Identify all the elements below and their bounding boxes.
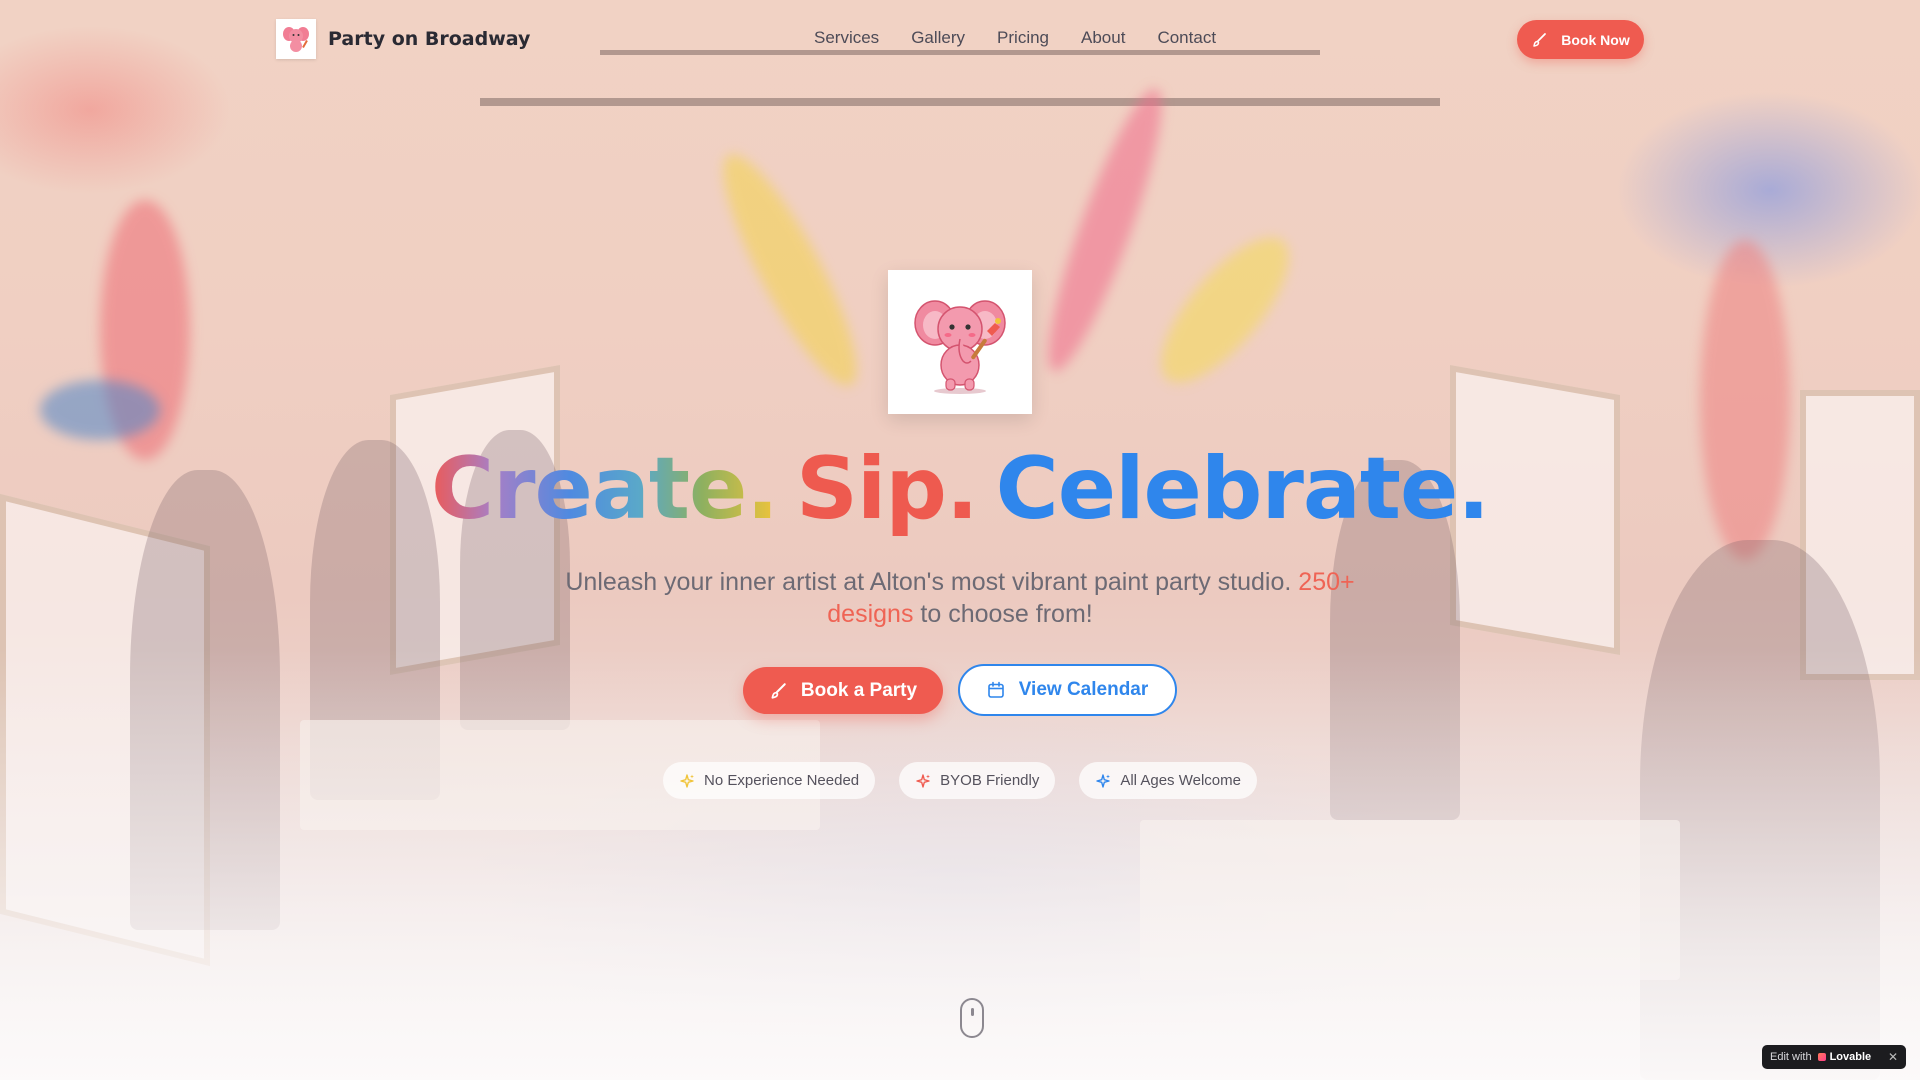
pink-elephant-painter-icon [914, 300, 1006, 394]
brand-name: Party on Broadway [328, 28, 531, 50]
sparkles-icon [1096, 773, 1111, 788]
book-a-party-label: Book a Party [800, 679, 918, 701]
book-now-button[interactable]: Book Now [1517, 20, 1644, 59]
hero-elephant-logo [888, 270, 1032, 414]
badge-label: No Experience Needed [704, 772, 860, 789]
close-icon[interactable]: ✕ [1888, 1050, 1898, 1064]
nav-item-gallery[interactable]: Gallery [911, 28, 965, 48]
badge-no-experience: No Experience Needed [663, 762, 876, 799]
badge-label: All Ages Welcome [1120, 772, 1241, 789]
nav-item-pricing[interactable]: Pricing [997, 28, 1049, 48]
sparkles-icon [916, 773, 931, 788]
scroll-down-indicator[interactable] [960, 998, 984, 1038]
lovable-heart-icon [1817, 1053, 1826, 1061]
brand[interactable]: Party on Broadway [276, 19, 530, 59]
main-nav: Services Gallery Pricing About Contact [814, 28, 1248, 48]
subtitle-tail: to choose from! [920, 600, 1093, 628]
calendar-icon [987, 681, 1004, 698]
book-a-party-button[interactable]: Book a Party [743, 667, 943, 714]
subtitle-lead: Unleash your inner artist at Alton's mos… [565, 568, 1292, 596]
view-calendar-label: View Calendar [1018, 679, 1149, 700]
sparkles-icon [680, 773, 695, 788]
scroll-wheel-dot [971, 1008, 974, 1016]
paintbrush-icon [1533, 32, 1547, 47]
hero-background-photo [0, 0, 1920, 1080]
lovable-prefix: Edit with [1770, 1051, 1812, 1063]
paintbrush-icon [771, 682, 786, 699]
badge-all-ages: All Ages Welcome [1079, 762, 1257, 799]
lovable-brand: Lovable [1829, 1051, 1872, 1063]
headline-sip: Sip. [795, 439, 979, 539]
book-now-label: Book Now [1561, 31, 1630, 48]
view-calendar-button[interactable]: View Calendar [958, 664, 1177, 716]
headline-create: Create. [430, 439, 779, 539]
badge-byob: BYOB Friendly [899, 762, 1056, 799]
nav-item-contact[interactable]: Contact [1157, 28, 1216, 48]
nav-item-services[interactable]: Services [814, 28, 879, 48]
hero-headline: Create. Sip. Celebrate. [0, 446, 1920, 532]
headline-celebrate: Celebrate. [995, 439, 1490, 539]
badge-label: BYOB Friendly [940, 772, 1040, 789]
pink-elephant-painter-icon [276, 19, 316, 59]
edit-with-lovable-widget[interactable]: Edit with Lovable ✕ [1762, 1045, 1906, 1069]
site-header: Party on Broadway Services Gallery Prici… [0, 0, 1920, 80]
nav-item-about[interactable]: About [1081, 28, 1125, 48]
feature-badges: No Experience Needed BYOB Friendly All A… [0, 762, 1920, 799]
hero-subtitle: Unleash your inner artist at Alton's mos… [560, 566, 1360, 630]
